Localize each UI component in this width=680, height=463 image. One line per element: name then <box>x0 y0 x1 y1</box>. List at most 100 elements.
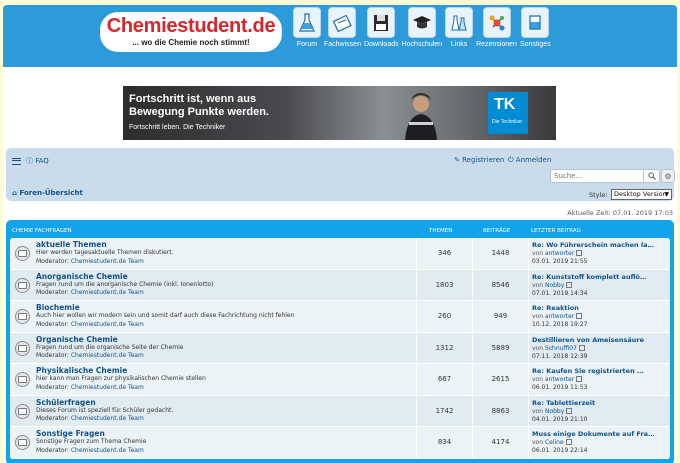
nav-hochschulen[interactable]: Hochschulen <box>402 7 442 48</box>
last-post-date: 07.01. 2019 14:34 <box>532 289 588 297</box>
forum-title-link[interactable]: Anorganische Chemie <box>36 272 128 281</box>
goto-last-post-icon[interactable] <box>566 281 573 288</box>
last-post-date: 06.01. 2019 22:14 <box>532 447 588 454</box>
posts-count: 8546 <box>472 269 528 300</box>
last-post-title-link[interactable]: Re: Kaufen Sie registrierten … <box>532 367 643 375</box>
last-post-title-link[interactable]: Re: Kunststoff komplett auflö… <box>532 273 646 281</box>
search-input[interactable] <box>551 170 643 182</box>
forum-title-link[interactable]: Organische Chemie <box>36 335 118 344</box>
moderator-link[interactable]: Chemiestudent.de Team <box>71 352 144 359</box>
faq-link[interactable]: ⓘ FAQ <box>26 156 49 166</box>
last-post-date: 07.11. 2018 12:39 <box>532 352 588 360</box>
last-post-cell: Re: Wo Führerschein machen la… von antwo… <box>528 238 670 269</box>
site-logo[interactable]: Chemiestudent.de ... wo die Chemie noch … <box>100 12 282 52</box>
nav-links[interactable]: Links <box>445 7 474 48</box>
last-post-user-link[interactable]: antworter <box>545 376 574 383</box>
category-header[interactable]: Chemie Fachfragen <box>12 228 72 234</box>
last-post-user-link[interactable]: antworter <box>545 250 574 257</box>
moderator-link[interactable]: Chemiestudent.de Team <box>71 321 144 328</box>
board-index-label: Foren-Übersicht <box>19 189 83 197</box>
nav-fachwissen[interactable]: Fachwissen <box>324 7 361 48</box>
links-bottles-icon <box>445 7 474 38</box>
style-select[interactable]: Desktop Version ▼ <box>611 189 672 200</box>
forum-row: Biochemie Auch hier wollen wir modern se… <box>10 301 670 333</box>
forum-read-icon <box>15 277 30 293</box>
rezensionen-molecule-icon <box>482 7 511 38</box>
last-post-date: 06.01. 2019 11:53 <box>532 384 588 391</box>
moderator-link[interactable]: Chemiestudent.de Team <box>71 258 144 265</box>
last-post-date: 04.01. 2019 21:10 <box>532 415 588 423</box>
last-post-user-link[interactable]: Schnuffi07 <box>545 345 577 352</box>
last-post-user-link[interactable]: Nobby <box>545 282 564 289</box>
posts-count: 4174 <box>472 427 528 458</box>
forum-description: Hier werden tagesaktuelle Themen diskuti… <box>36 249 174 256</box>
moderator-label: Moderator: <box>36 383 69 391</box>
forum-description: Auch hier wollen wir modern sein und som… <box>36 312 295 319</box>
by-label: von <box>532 250 544 257</box>
forum-read-icon <box>15 435 30 450</box>
forum-moderator: Moderator: Chemiestudent.de Team <box>36 415 144 422</box>
goto-last-post-icon[interactable] <box>576 250 583 256</box>
last-post-user-link[interactable]: Nobby <box>545 408 564 415</box>
forum-title-link[interactable]: Sonstige Fragen <box>36 429 105 438</box>
goto-last-post-icon[interactable] <box>578 344 585 351</box>
moderator-link[interactable]: Chemiestudent.de Team <box>71 415 144 422</box>
forum-title-link[interactable]: Physikalische Chemie <box>36 366 127 375</box>
ad-headline: Fortschritt ist, wenn aus Bewegung Punkt… <box>129 93 269 118</box>
moderator-link[interactable]: Chemiestudent.de Team <box>71 289 144 296</box>
moderator-link[interactable]: Chemiestudent.de Team <box>71 384 144 391</box>
logo-title: Chemiestudent.de <box>106 15 276 37</box>
logo-subtitle: ... wo die Chemie noch stimmt! <box>132 38 250 47</box>
login-label: Anmelden <box>515 156 552 164</box>
goto-last-post-icon[interactable] <box>565 439 572 445</box>
login-link[interactable]: ⏻ Anmelden <box>508 156 551 165</box>
last-post-title-link[interactable]: Re: Tablettierzeit <box>532 399 595 407</box>
moderator-label: Moderator: <box>36 257 69 265</box>
register-label: Registrieren <box>462 156 505 164</box>
home-icon: ⌂ <box>12 189 18 197</box>
search-box <box>550 169 660 183</box>
forum-description: Fragen rund um die anorganische Chemie (… <box>36 280 214 288</box>
goto-last-post-icon[interactable] <box>566 407 573 414</box>
last-post-cell: Re: Kunststoff komplett auflö… von Nobby… <box>528 269 670 300</box>
forum-title-link[interactable]: Schülerfragen <box>36 398 96 407</box>
search-button[interactable] <box>643 170 659 182</box>
register-pencil-icon: ✎ <box>454 156 460 164</box>
posts-count: 1448 <box>472 238 528 269</box>
moderator-link[interactable]: Chemiestudent.de Team <box>71 447 144 454</box>
nav-rezensionen[interactable]: Rezensionen <box>476 7 517 48</box>
last-post-title-link[interactable]: Re: Wo Führerschein machen la… <box>532 241 654 249</box>
last-post-title-link[interactable]: Destillieren von Ameisensäure <box>532 336 644 344</box>
last-post-user-link[interactable]: antworter <box>545 313 574 320</box>
topics-count: 667 <box>416 364 472 395</box>
nav-downloads[interactable]: Downloads <box>364 7 399 48</box>
nav-forum[interactable]: Forum <box>293 7 321 48</box>
faq-question-icon: ⓘ <box>26 157 33 165</box>
forum-read-icon <box>15 403 30 419</box>
last-post-title-link[interactable]: Re: Reaktion <box>532 304 579 312</box>
register-link[interactable]: ✎ Registrieren <box>454 156 504 164</box>
forum-title-link[interactable]: aktuelle Themen <box>36 240 107 249</box>
goto-last-post-icon[interactable] <box>576 313 583 319</box>
posts-header: Beiträge <box>483 228 511 234</box>
tk-logo-mark: TK <box>494 96 516 113</box>
moderator-label: Moderator: <box>36 352 69 359</box>
forum-title-link[interactable]: Biochemie <box>36 303 80 312</box>
goto-last-post-icon[interactable] <box>576 376 583 382</box>
last-post-author: von Schnuffi07 <box>532 344 585 352</box>
last-post-user-link[interactable]: Celine <box>545 439 564 446</box>
nav-sonstiges[interactable]: Sonstiges <box>520 7 551 48</box>
sonstiges-beaker-icon <box>521 7 550 38</box>
page-wrap: Chemiestudent.de ... wo die Chemie noch … <box>3 5 677 463</box>
ad-banner[interactable]: Fortschritt ist, wenn aus Bewegung Punkt… <box>123 86 556 140</box>
last-post-title-link[interactable]: Muss einige Dokumente auf Fra… <box>532 430 655 438</box>
forum-read-icon <box>15 309 30 324</box>
chevron-down-icon: ▼ <box>664 191 669 198</box>
menu-hamburger-icon[interactable] <box>12 158 21 165</box>
advanced-search-button[interactable]: ⚙ <box>661 169 675 183</box>
last-post-author: von Celine <box>532 439 572 446</box>
moderator-label: Moderator: <box>36 320 69 328</box>
board-index-link[interactable]: ⌂ Foren-Übersicht <box>12 189 83 197</box>
last-post-cell: Re: Reaktion von antworter 10.12. 2018 1… <box>528 301 670 332</box>
navbar: ⓘ FAQ ✎ Registrieren ⏻ Anmelden ⚙ ⌂ Fore… <box>6 148 675 201</box>
